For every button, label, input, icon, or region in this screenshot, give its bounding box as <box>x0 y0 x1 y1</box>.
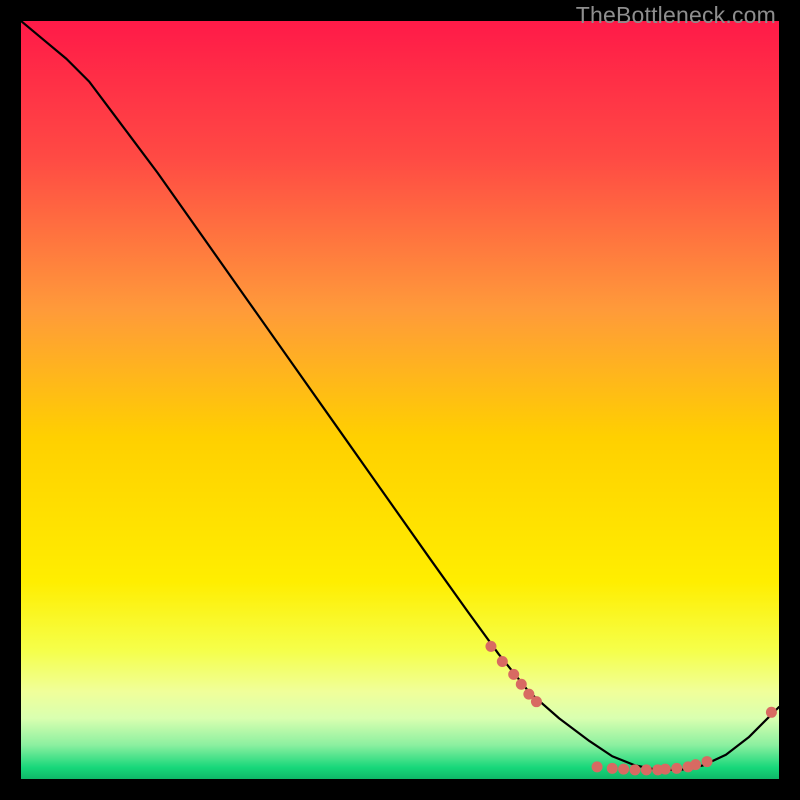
gradient-background <box>21 21 779 779</box>
data-point <box>607 763 618 774</box>
data-point <box>690 759 701 770</box>
chart-stage: TheBottleneck.com <box>0 0 800 800</box>
data-point <box>629 764 640 775</box>
data-point <box>641 764 652 775</box>
bottleneck-chart <box>21 21 779 779</box>
data-point <box>531 696 542 707</box>
data-point <box>497 656 508 667</box>
watermark-text: TheBottleneck.com <box>576 2 776 29</box>
data-point <box>516 679 527 690</box>
data-point <box>701 756 712 767</box>
data-point <box>618 764 629 775</box>
data-point <box>660 764 671 775</box>
data-point <box>766 707 777 718</box>
data-point <box>671 763 682 774</box>
data-point <box>485 641 496 652</box>
data-point <box>508 669 519 680</box>
data-point <box>592 761 603 772</box>
